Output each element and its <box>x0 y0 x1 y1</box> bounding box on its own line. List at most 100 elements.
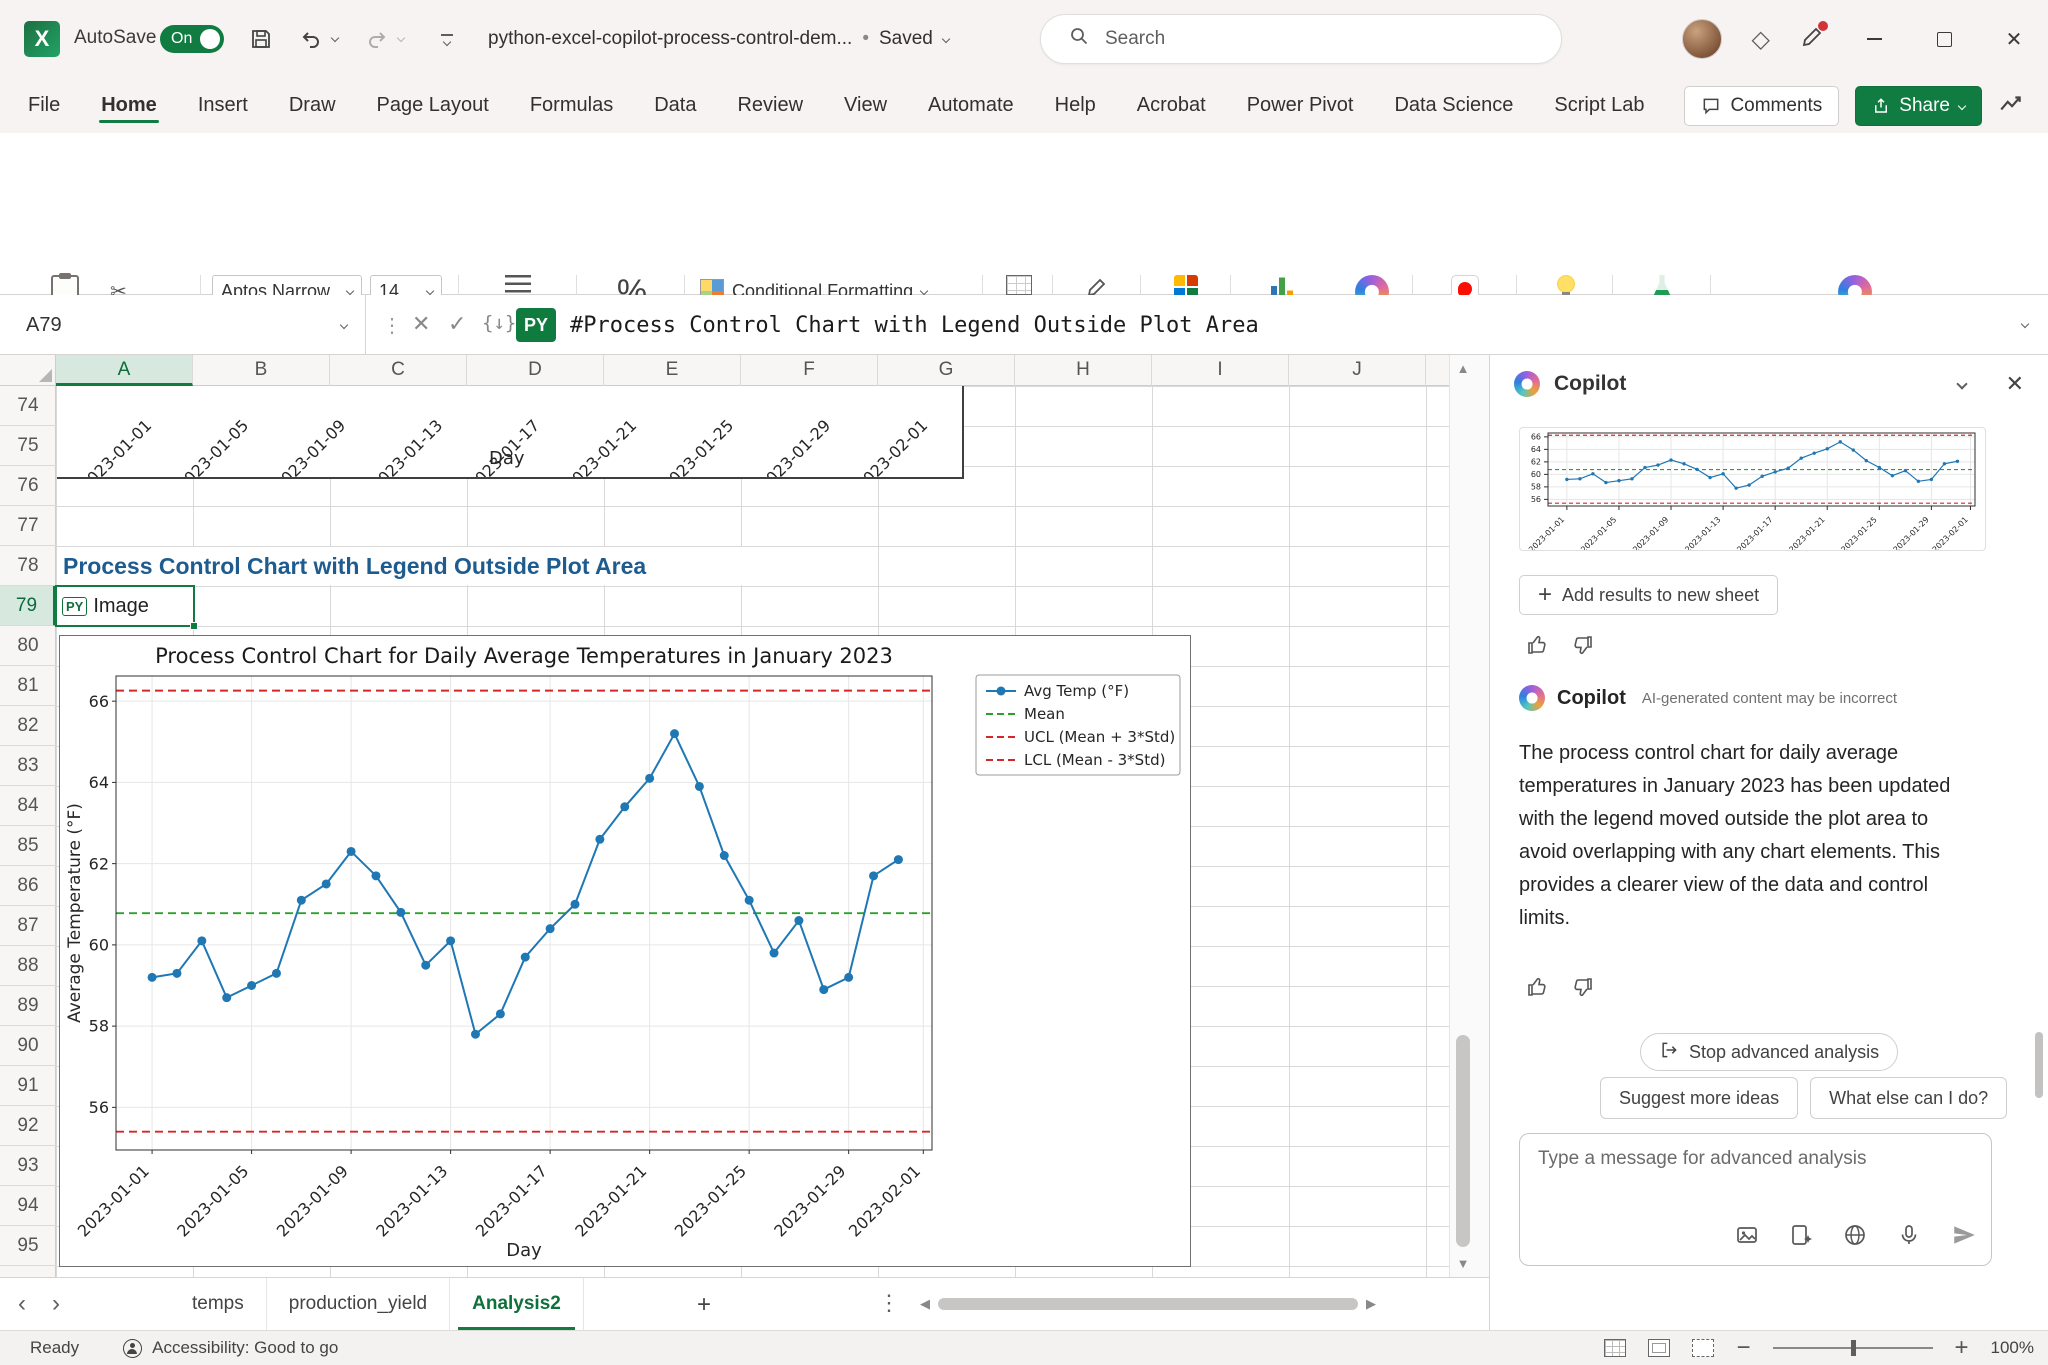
vertical-scrollbar[interactable]: ▲ ▼ <box>1449 355 1489 1277</box>
prev-sheet-icon[interactable]: ‹ <box>18 1290 26 1318</box>
row-header-90[interactable]: 90 <box>0 1026 56 1066</box>
scroll-left-icon[interactable]: ◀ <box>920 1296 930 1312</box>
cancel-icon[interactable]: ✕ <box>412 311 430 337</box>
save-icon[interactable] <box>246 24 276 54</box>
ribbon-tab-automate[interactable]: Automate <box>926 82 1016 129</box>
document-title[interactable]: python-excel-copilot-process-control-dem… <box>488 0 949 78</box>
suggestion-chip[interactable]: What else can I do? <box>1810 1077 2007 1119</box>
ribbon-tab-home[interactable]: Home <box>99 82 159 129</box>
stop-analysis-button[interactable]: Stop advanced analysis <box>1640 1033 1898 1071</box>
redo-button[interactable] <box>362 24 392 54</box>
enter-icon[interactable]: ✓ <box>448 311 466 337</box>
row-header-79[interactable]: 79 <box>0 586 56 626</box>
comments-button[interactable]: Comments <box>1684 86 1839 126</box>
next-sheet-icon[interactable]: › <box>52 1290 60 1318</box>
redo-dropdown-icon[interactable] <box>397 34 405 42</box>
row-header-93[interactable]: 93 <box>0 1146 56 1186</box>
row-header-85[interactable]: 85 <box>0 826 56 866</box>
zoom-in-icon[interactable]: + <box>1955 1334 1969 1362</box>
page-layout-view-icon[interactable] <box>1648 1339 1670 1357</box>
spreadsheet-grid[interactable]: ABCDEFGHIJ 74757677787980818283848586878… <box>0 355 1489 1277</box>
row-header-76[interactable]: 76 <box>0 466 56 506</box>
column-header-h[interactable]: H <box>1015 355 1152 386</box>
row-header-77[interactable]: 77 <box>0 506 56 546</box>
process-control-chart[interactable]: 5658606264662023-01-012023-01-052023-01-… <box>59 635 1191 1267</box>
previous-chart-bottom[interactable]: 2023-01-012023-01-052023-01-092023-01-13… <box>57 386 964 479</box>
copilot-input-box[interactable]: Type a message for advanced analysis <box>1519 1133 1992 1266</box>
send-icon[interactable] <box>1951 1222 1977 1253</box>
row-header-74[interactable]: 74 <box>0 386 56 426</box>
close-button[interactable]: ✕ <box>1994 19 2034 59</box>
undo-dropdown-icon[interactable] <box>331 34 339 42</box>
autosave-toggle[interactable]: On <box>160 25 224 53</box>
search-input[interactable]: Search <box>1040 14 1562 64</box>
add-image-icon[interactable] <box>1735 1223 1759 1252</box>
row-header-89[interactable]: 89 <box>0 986 56 1026</box>
ribbon-tab-draw[interactable]: Draw <box>287 82 338 129</box>
formula-input[interactable]: #Process Control Chart with Legend Outsi… <box>570 295 1259 355</box>
minimize-button[interactable] <box>1854 19 1894 59</box>
name-box-dropdown-icon[interactable] <box>340 321 348 329</box>
ribbon-tab-script-lab[interactable]: Script Lab <box>1552 82 1646 129</box>
sheet-list-menu-icon[interactable]: ⋮ <box>878 1290 900 1316</box>
prompt-library-icon[interactable] <box>1789 1223 1813 1252</box>
column-header-g[interactable]: G <box>878 355 1015 386</box>
row-header-94[interactable]: 94 <box>0 1186 56 1226</box>
drag-handle-icon[interactable]: ⋮ <box>382 313 402 338</box>
ribbon-tab-view[interactable]: View <box>842 82 889 129</box>
selected-cell-a79[interactable]: PY Image <box>55 585 195 627</box>
column-header-j[interactable]: J <box>1289 355 1426 386</box>
zoom-slider-thumb[interactable] <box>1851 1340 1856 1356</box>
scroll-up-icon[interactable]: ▲ <box>1456 361 1470 376</box>
accessibility-status[interactable]: Accessibility: Good to go <box>152 1338 338 1358</box>
row-header-84[interactable]: 84 <box>0 786 56 826</box>
row-header-86[interactable]: 86 <box>0 866 56 906</box>
premium-diamond-icon[interactable]: ◇ <box>1752 25 1770 54</box>
column-header-b[interactable]: B <box>193 355 330 386</box>
row-header-75[interactable]: 75 <box>0 426 56 466</box>
editor-pen-icon[interactable] <box>1800 25 1824 54</box>
column-header-i[interactable]: I <box>1152 355 1289 386</box>
suggestion-chip[interactable]: Suggest more ideas <box>1600 1077 1798 1119</box>
scroll-right-icon[interactable]: ▶ <box>1366 1296 1376 1312</box>
add-sheet-button[interactable]: + <box>690 1291 718 1319</box>
column-header-a[interactable]: A <box>56 355 193 386</box>
thumbs-down-icon[interactable] <box>1570 633 1594 657</box>
column-header-e[interactable]: E <box>604 355 741 386</box>
column-header-c[interactable]: C <box>330 355 467 386</box>
sheet-tab-temps[interactable]: temps <box>170 1278 267 1330</box>
thumbs-down-icon[interactable] <box>1570 975 1594 999</box>
page-break-view-icon[interactable] <box>1692 1339 1714 1357</box>
row-header-83[interactable]: 83 <box>0 746 56 786</box>
insert-function-icon[interactable]: {↓} <box>482 312 516 334</box>
scroll-down-icon[interactable]: ▼ <box>1456 1256 1470 1271</box>
fill-handle[interactable] <box>190 622 198 630</box>
ribbon-tab-page-layout[interactable]: Page Layout <box>375 82 491 129</box>
trend-chart-icon[interactable] <box>1998 91 2024 122</box>
row-header-87[interactable]: 87 <box>0 906 56 946</box>
chart-preview-card[interactable]: 5658606264662023-01-012023-01-052023-01-… <box>1519 427 1986 551</box>
thumbs-up-icon[interactable] <box>1526 633 1550 657</box>
panel-close-icon[interactable]: ✕ <box>2006 371 2024 397</box>
column-header-d[interactable]: D <box>467 355 604 386</box>
row-header-81[interactable]: 81 <box>0 666 56 706</box>
formula-bar-expand-icon[interactable] <box>2021 320 2029 328</box>
panel-scrollbar-thumb[interactable] <box>2035 1032 2043 1098</box>
zoom-slider[interactable] <box>1773 1347 1933 1349</box>
sheet-tab-production_yield[interactable]: production_yield <box>267 1278 450 1330</box>
normal-view-icon[interactable] <box>1604 1339 1626 1357</box>
row-headers[interactable]: 7475767778798081828384858687888990919293… <box>0 386 56 1277</box>
ribbon-tab-formulas[interactable]: Formulas <box>528 82 615 129</box>
ribbon-tab-review[interactable]: Review <box>735 82 805 129</box>
row-header-80[interactable]: 80 <box>0 626 56 666</box>
ribbon-tab-help[interactable]: Help <box>1053 82 1098 129</box>
vertical-scrollbar-thumb[interactable] <box>1456 1035 1470 1247</box>
row-header-91[interactable]: 91 <box>0 1066 56 1106</box>
ribbon-tab-data[interactable]: Data <box>652 82 698 129</box>
zoom-out-icon[interactable]: − <box>1736 1334 1750 1362</box>
select-all-corner[interactable] <box>0 355 56 386</box>
customize-toolbar-icon[interactable] <box>432 24 462 54</box>
horizontal-scrollbar-thumb[interactable] <box>938 1298 1358 1310</box>
ribbon-tab-acrobat[interactable]: Acrobat <box>1135 82 1208 129</box>
row-header-95[interactable]: 95 <box>0 1226 56 1266</box>
